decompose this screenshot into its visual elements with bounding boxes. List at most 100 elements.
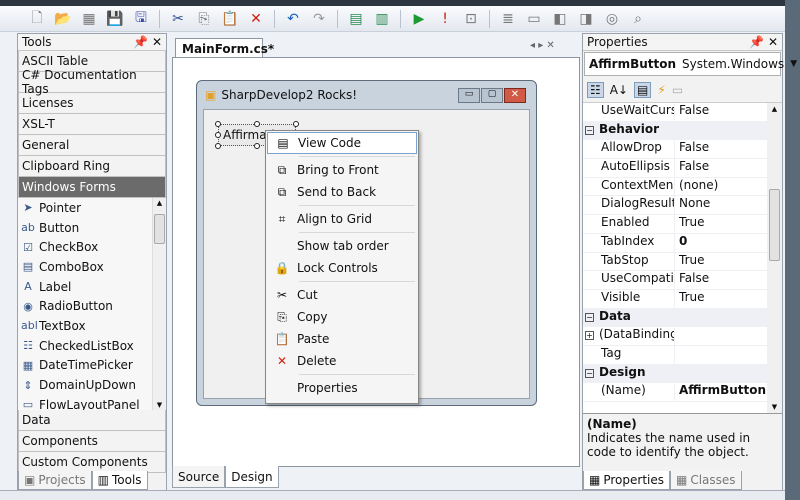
property-value[interactable]: 0 <box>675 234 687 252</box>
expand-icon[interactable]: + <box>585 331 594 341</box>
tool-category[interactable]: XSL-T <box>18 114 166 135</box>
tab-design[interactable]: Design <box>225 466 279 488</box>
toolbox-item[interactable]: ▦ DateTimePicker <box>18 356 152 376</box>
run-icon[interactable]: ▶ <box>408 9 430 29</box>
property-value[interactable]: False <box>675 103 709 121</box>
property-group[interactable]: − Behavior <box>583 121 767 141</box>
toolbox-item[interactable]: abl TextBox <box>18 316 152 336</box>
save-all-icon[interactable]: 🖫 <box>130 9 152 29</box>
property-value[interactable]: (none) <box>675 178 718 196</box>
events-icon[interactable]: ⚡ <box>657 83 665 97</box>
close-icon[interactable]: ✕ <box>768 35 778 49</box>
menu-item-show-tab-order[interactable]: Show tab order <box>267 235 417 257</box>
property-value[interactable]: False <box>675 159 709 177</box>
copy-icon[interactable]: ⎘ <box>193 9 215 29</box>
toolbox-item[interactable]: ▤ ComboBox <box>18 257 152 277</box>
toolbox-item[interactable]: ➤ Pointer <box>18 198 152 218</box>
build-all-icon[interactable]: ▥ <box>371 9 393 29</box>
scroll-thumb[interactable] <box>769 189 780 261</box>
resize-handle[interactable] <box>254 121 260 127</box>
pin-icon[interactable]: 📌 <box>133 35 148 49</box>
tab-tools[interactable]: ▥ Tools <box>91 471 148 490</box>
property-row[interactable]: UseWaitCursoFalse <box>583 103 767 122</box>
resize-handle[interactable] <box>254 143 260 149</box>
collapse-icon[interactable]: − <box>585 312 594 322</box>
toolbox-item[interactable]: ⇕ DomainUpDown <box>18 375 152 395</box>
property-value[interactable]: True <box>675 290 705 308</box>
close-button[interactable]: ✕ <box>504 88 526 103</box>
tab-properties[interactable]: ▦ Properties <box>583 471 670 490</box>
property-row[interactable]: DialogResult None <box>583 196 767 216</box>
properties-view-icon[interactable]: ▤ <box>634 81 652 98</box>
toolbox-item[interactable]: ▭ FlowLayoutPanel <box>18 395 152 410</box>
prev-bookmark-icon[interactable]: ◧ <box>549 9 571 29</box>
property-value[interactable]: None <box>675 196 710 214</box>
add-file-icon[interactable]: ▦ <box>78 9 100 29</box>
resize-handle[interactable] <box>215 132 221 138</box>
property-row[interactable]: TabStop True <box>583 252 767 272</box>
maximize-button[interactable]: ▢ <box>481 88 503 103</box>
tool-category[interactable]: C# Documentation Tags <box>18 68 166 96</box>
toolbox-item[interactable]: ab Button <box>18 218 152 238</box>
property-row[interactable]: Tag <box>583 345 767 365</box>
menu-item-align-to-grid[interactable]: ⌗ Align to Grid <box>267 208 417 230</box>
menu-item-bring-to-front[interactable]: ⧉ Bring to Front <box>267 159 417 181</box>
property-row[interactable]: Enabled True <box>583 215 767 234</box>
find-icon[interactable]: ⌕ <box>627 9 649 29</box>
collapse-icon[interactable]: − <box>585 368 594 378</box>
open-folder-icon[interactable]: 📂 <box>52 9 74 29</box>
next-bookmark-icon[interactable]: ◨ <box>575 9 597 29</box>
toolbox-item[interactable]: ☷ CheckedListBox <box>18 336 152 356</box>
tool-category[interactable]: Custom Components <box>18 452 166 473</box>
bookmark-icon[interactable]: ▭ <box>523 9 545 29</box>
menu-item-send-to-back[interactable]: ⧉ Send to Back <box>267 181 417 203</box>
property-group[interactable]: − Data <box>583 308 767 328</box>
toolbox-item[interactable]: ☑ CheckBox <box>18 237 152 257</box>
property-value[interactable] <box>675 346 679 364</box>
property-value[interactable]: True <box>675 215 705 233</box>
tool-category[interactable]: General <box>18 135 166 156</box>
minimize-button[interactable]: ▭ <box>458 88 480 103</box>
property-row[interactable]: Visible True <box>583 289 767 309</box>
delete-icon[interactable]: ✕ <box>245 9 267 29</box>
tab-classes[interactable]: ▦ Classes <box>670 471 742 490</box>
menu-item-cut[interactable]: ✂ Cut <box>267 284 417 306</box>
paste-icon[interactable]: 📋 <box>219 9 241 29</box>
save-icon[interactable]: 💾 <box>104 9 126 29</box>
collapse-icon[interactable]: − <box>585 125 594 135</box>
tool-category[interactable]: Clipboard Ring <box>18 156 166 177</box>
property-pages-icon[interactable]: ▭ <box>672 83 683 97</box>
tab-nav-controls[interactable]: ◂ ▸ ✕ <box>530 40 555 51</box>
object-selector[interactable]: AffirmButton System.Windows ▼ <box>584 52 797 76</box>
property-value[interactable]: True <box>675 253 705 271</box>
pin-icon[interactable]: 📌 <box>749 35 764 49</box>
property-row[interactable]: AutoEllipsis False <box>583 159 767 178</box>
menu-item-properties[interactable]: Properties <box>267 377 417 399</box>
tab-projects[interactable]: ▣ Projects <box>18 471 92 490</box>
redo-icon[interactable]: ↷ <box>308 9 330 29</box>
tool-category[interactable]: Licenses <box>18 93 166 114</box>
scroll-thumb[interactable] <box>154 214 165 244</box>
resize-handle[interactable] <box>215 121 221 127</box>
comment-icon[interactable]: ≣ <box>497 9 519 29</box>
resize-handle[interactable] <box>215 143 221 149</box>
menu-item-lock-controls[interactable]: 🔒 Lock Controls <box>267 257 417 279</box>
tab-source[interactable]: Source <box>172 466 226 488</box>
cut-icon[interactable]: ✂ <box>167 9 189 29</box>
close-icon[interactable]: ✕ <box>152 35 162 49</box>
property-row[interactable]: (Name) AffirmButton <box>583 383 767 402</box>
property-row[interactable]: ContextMenu!(none) <box>583 177 767 197</box>
debug-stop-icon[interactable]: ! <box>434 9 456 29</box>
tab-mainform[interactable]: MainForm.cs* <box>175 38 274 58</box>
resize-handle[interactable] <box>293 121 299 127</box>
menu-item-copy[interactable]: ⎘ Copy <box>267 306 417 328</box>
tool-category[interactable]: Data <box>18 410 166 431</box>
clear-bookmark-icon[interactable]: ◎ <box>601 9 623 29</box>
property-row[interactable]: UseCompatiblFalse <box>583 271 767 290</box>
property-group[interactable]: − Design <box>583 364 767 384</box>
toolbox-item[interactable]: A Label <box>18 277 152 297</box>
property-value[interactable] <box>675 327 679 345</box>
property-value[interactable]: False <box>675 271 709 289</box>
tool-category[interactable]: Windows Forms <box>18 177 166 198</box>
property-value[interactable]: AffirmButton <box>675 383 766 401</box>
